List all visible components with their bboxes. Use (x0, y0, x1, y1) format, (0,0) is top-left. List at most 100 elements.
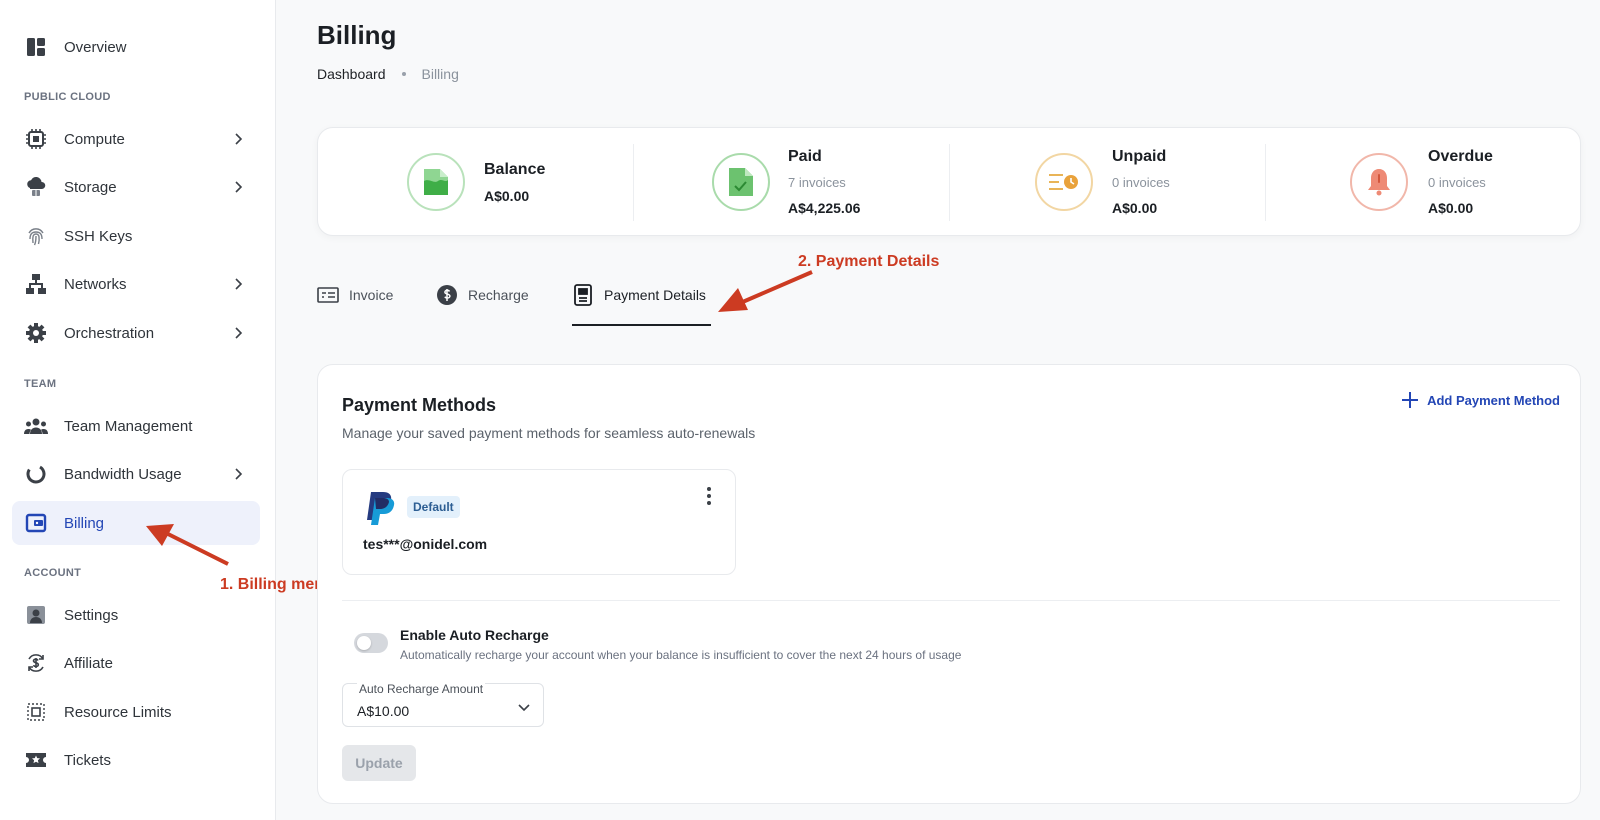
sidebar-item-overview[interactable]: Overview (12, 25, 260, 69)
sidebar-item-orchestration[interactable]: Orchestration (12, 311, 260, 355)
chevron-right-icon (230, 325, 246, 341)
auto-recharge-description: Automatically recharge your account when… (400, 648, 962, 662)
balance-icon (407, 153, 465, 211)
stat-amount: A$0.00 (1112, 200, 1158, 216)
sidebar-item-label: Storage (64, 178, 117, 196)
sidebar-item-label: Bandwidth Usage (64, 465, 182, 483)
stat-invoice-count: 0 invoices (1112, 175, 1170, 190)
stat-amount: A$0.00 (484, 188, 530, 204)
sidebar-item-bandwidth-usage[interactable]: Bandwidth Usage (12, 452, 260, 496)
dollar-cycle-icon (24, 651, 48, 675)
stat-title: Overdue (1428, 148, 1493, 165)
breadcrumb-dashboard[interactable]: Dashboard (317, 66, 386, 82)
dollar-coin-icon (436, 284, 458, 306)
sidebar-item-label: SSH Keys (64, 227, 133, 245)
tab-label: Invoice (349, 287, 394, 303)
ticket-icon (24, 748, 48, 772)
wallet-icon (24, 511, 48, 535)
auto-recharge-amount-value: A$10.00 (357, 703, 410, 719)
stat-balance: Balance A$0.00 (318, 128, 634, 237)
sidebar-item-label: Billing (64, 514, 105, 532)
team-icon (24, 414, 48, 438)
sidebar-item-label: Compute (64, 130, 125, 148)
sidebar-item-compute[interactable]: Compute (12, 117, 260, 161)
auto-recharge-amount-select[interactable]: Auto Recharge Amount A$10.00 (342, 682, 544, 727)
billing-summary-card: Balance A$0.00 Paid 7 invoices A$4,225.0… (317, 127, 1581, 236)
donut-chart-icon (24, 462, 48, 486)
tab-label: Recharge (468, 287, 529, 303)
payment-methods-subtitle: Manage your saved payment methods for se… (342, 425, 756, 441)
payment-methods-title: Payment Methods (342, 395, 497, 415)
chevron-right-icon (230, 276, 246, 292)
sidebar-item-label: Overview (64, 38, 127, 56)
stat-overdue: Overdue 0 invoices A$0.00 (1266, 128, 1582, 237)
section-title-account: ACCOUNT (24, 567, 82, 579)
dashboard-icon (24, 35, 48, 59)
sidebar-item-label: Orchestration (64, 324, 155, 342)
fingerprint-icon (24, 224, 48, 248)
sidebar-item-label: Affiliate (64, 654, 113, 672)
stat-unpaid: Unpaid 0 invoices A$0.00 (950, 128, 1266, 237)
stat-title: Unpaid (1112, 148, 1167, 165)
update-button[interactable]: Update (342, 745, 416, 781)
sidebar-item-affiliate[interactable]: Affiliate (12, 641, 260, 685)
annotation-arrow-payment-details (718, 270, 813, 312)
cpu-icon (24, 127, 48, 151)
stat-invoice-count: 0 invoices (1428, 175, 1486, 190)
sidebar-item-networks[interactable]: Networks (12, 262, 260, 306)
sidebar-item-ssh-keys[interactable]: SSH Keys (12, 214, 260, 258)
chevron-down-icon (518, 704, 530, 712)
annotation-payment-details: 2. Payment Details (798, 253, 940, 270)
stat-amount: A$0.00 (1428, 200, 1474, 216)
sidebar: Overview PUBLIC CLOUD Compute Storage SS… (0, 0, 276, 820)
chevron-right-icon (230, 466, 246, 482)
tab-payment-details[interactable]: Payment Details (572, 284, 711, 326)
sidebar-item-tickets[interactable]: Tickets (12, 738, 260, 782)
tab-invoice[interactable]: Invoice (317, 284, 397, 326)
stat-title: Paid (788, 148, 822, 165)
plus-icon (1402, 392, 1419, 408)
sidebar-item-settings[interactable]: Settings (12, 593, 260, 637)
divider (342, 600, 1560, 601)
auto-recharge-toggle[interactable] (354, 633, 388, 653)
stat-invoice-count: 7 invoices (788, 175, 846, 190)
stat-amount: A$4,225.06 (788, 200, 861, 216)
sidebar-item-team-management[interactable]: Team Management (12, 404, 260, 448)
add-payment-method-button[interactable]: Add Payment Method (1401, 391, 1560, 409)
sidebar-item-label: Settings (64, 606, 119, 624)
payment-methods-card: Payment Methods Manage your saved paymen… (317, 364, 1581, 804)
limits-icon (24, 700, 48, 724)
breadcrumb-current: Billing (421, 66, 459, 82)
sidebar-item-label: Resource Limits (64, 703, 172, 721)
gear-icon (24, 321, 48, 345)
sidebar-item-label: Tickets (64, 751, 111, 769)
user-badge-icon (24, 603, 48, 627)
section-title-public-cloud: PUBLIC CLOUD (24, 91, 111, 103)
sidebar-item-resource-limits[interactable]: Resource Limits (12, 690, 260, 734)
chevron-right-icon (230, 131, 246, 147)
sidebar-item-label: Networks (64, 275, 127, 293)
more-options-icon[interactable] (699, 486, 719, 506)
stat-title: Balance (484, 161, 546, 178)
payment-method-card[interactable]: Default tes***@onidel.com (342, 469, 736, 575)
section-title-team: TEAM (24, 378, 57, 390)
payment-method-email: tes***@onidel.com (363, 536, 488, 552)
paid-invoice-icon (712, 153, 770, 211)
sidebar-item-storage[interactable]: Storage (12, 165, 260, 209)
auto-recharge-amount-label: Auto Recharge Amount (357, 682, 486, 696)
tab-recharge[interactable]: Recharge (436, 284, 530, 326)
overdue-bell-icon (1350, 153, 1408, 211)
chevron-right-icon (230, 179, 246, 195)
paypal-icon (367, 492, 395, 525)
stat-paid: Paid 7 invoices A$4,225.06 (634, 128, 950, 237)
cloud-storage-icon (24, 175, 48, 199)
network-icon (24, 272, 48, 296)
default-badge: Default (407, 496, 460, 518)
add-payment-method-label: Add Payment Method (1427, 392, 1560, 408)
annotation-arrow-billing (146, 524, 229, 566)
unpaid-clock-icon (1035, 153, 1093, 211)
breadcrumb: Dashboard Billing (317, 66, 459, 82)
sidebar-item-label: Team Management (64, 417, 193, 435)
breadcrumb-separator (401, 72, 406, 76)
auto-recharge-title: Enable Auto Recharge (400, 627, 549, 643)
